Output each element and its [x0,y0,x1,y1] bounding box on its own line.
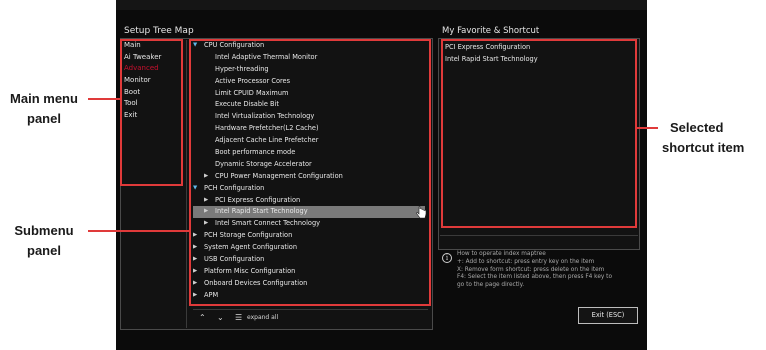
info-line: go to the page directly. [457,282,525,289]
info-line: How to operate index maptree [457,251,546,257]
expand-all-label[interactable]: expand all [247,314,278,321]
shortcut-callout-line2: shortcut item [662,140,745,155]
shortcut-callout: Selected shortcut item [662,118,766,158]
favorite-divider [440,235,638,236]
submenu-footer: ⌃ ⌄ ☰ expand all [193,309,428,325]
setup-tree-map-title: Setup Tree Map [124,26,194,36]
info-line: X: Remove form shortcut: press delete on… [457,266,605,273]
info-help-text: How to operate index maptree +: Add to s… [457,251,639,290]
submenu-callout-line1: Submenu [14,223,74,238]
submenu-callout-line2: panel [27,243,61,258]
main-menu-leader-line [88,98,121,100]
info-line: +: Add to shortcut: press entry key on t… [457,258,595,265]
panel-divider [186,40,187,328]
info-line: F4: Select the item listed above, then p… [457,274,612,281]
main-menu-callout-line2: panel [27,111,61,126]
expand-down-icon[interactable]: ⌄ [217,313,224,322]
shortcut-leader-line [636,127,658,129]
submenu-callout: Submenu panel [2,221,86,261]
main-menu-callout-line1: Main menu [10,91,78,106]
main-menu-callout: Main menu panel [2,89,86,129]
submenu-highlight-box [189,39,431,306]
expand-all-icon[interactable]: ☰ [235,313,242,322]
collapse-up-icon[interactable]: ⌃ [199,313,206,322]
favorite-shortcut-title: My Favorite & Shortcut [442,26,540,36]
submenu-leader-line [88,230,190,232]
shortcut-highlight-box [441,39,637,228]
exit-button[interactable]: Exit (ESC) [578,307,638,324]
shortcut-callout-line1: Selected [670,120,724,135]
info-icon: i [442,253,452,263]
top-bar [116,0,647,10]
main-menu-highlight-box [120,39,183,186]
